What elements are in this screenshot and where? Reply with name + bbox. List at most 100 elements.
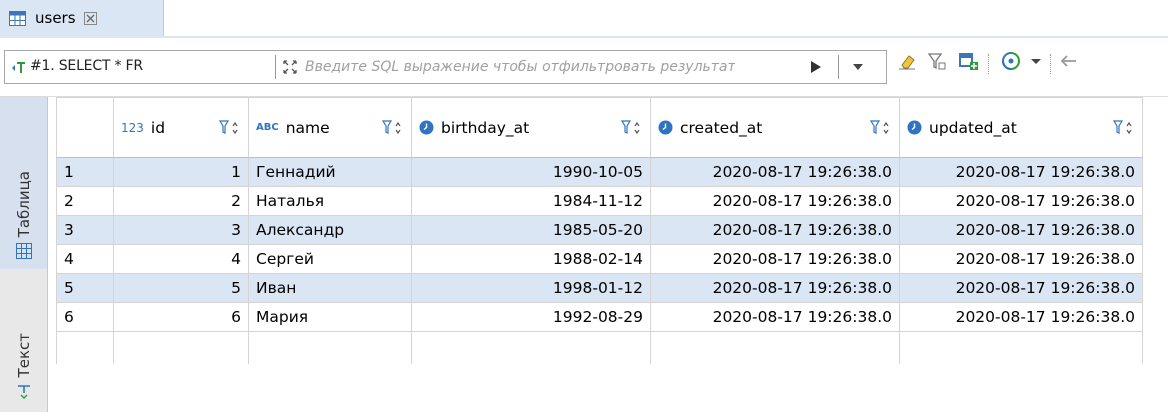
cell-updated-at[interactable]: 2020-08-17 19:26:38.0 [899, 186, 1143, 216]
row-number[interactable]: 2 [56, 186, 114, 216]
sort-filter-icon[interactable] [870, 119, 892, 137]
table-row[interactable]: 2 2 Наталья 1984-11-12 2020-08-17 19:26:… [56, 186, 1143, 216]
sort-filter-icon[interactable] [382, 119, 404, 137]
filter-box: #1. SELECT * FR [4, 50, 887, 84]
empty-cell [56, 331, 114, 364]
cell-created-at[interactable]: 2020-08-17 19:26:38.0 [650, 273, 900, 303]
cell-created-at[interactable]: 2020-08-17 19:26:38.0 [650, 215, 900, 245]
row-number[interactable]: 6 [56, 302, 114, 332]
tab-label: Таблица [14, 170, 33, 237]
cell-birthday-at[interactable]: 1990-10-05 [411, 157, 651, 187]
close-icon[interactable] [83, 11, 97, 25]
filter-toolbar: #1. SELECT * FR [0, 38, 1168, 97]
empty-cell [411, 331, 651, 364]
editor-tab-bar: users [0, 0, 1168, 38]
table-row[interactable]: 1 1 Геннадий 1990-10-05 2020-08-17 19:26… [56, 157, 1143, 187]
tab-text-view[interactable]: Текст [0, 277, 47, 409]
text-type-icon: ABC [256, 122, 279, 133]
empty-cell [899, 331, 1143, 364]
cell-id[interactable]: 1 [113, 157, 249, 187]
empty-cell [248, 331, 412, 364]
cell-birthday-at[interactable]: 1992-08-29 [411, 302, 651, 332]
cell-name[interactable]: Сергей [248, 244, 412, 274]
row-number[interactable]: 3 [56, 215, 114, 245]
cell-id[interactable]: 3 [113, 215, 249, 245]
column-name: birthday_at [441, 118, 530, 137]
sort-filter-icon[interactable] [219, 119, 241, 137]
column-header-updated-at[interactable]: updated_at [899, 97, 1143, 158]
cell-birthday-at[interactable]: 1984-11-12 [411, 186, 651, 216]
chevron-down-icon[interactable] [1025, 50, 1047, 72]
tab-users[interactable]: users [0, 0, 164, 36]
cell-id[interactable]: 2 [113, 186, 249, 216]
empty-row [56, 331, 1143, 364]
column-name: id [150, 118, 166, 137]
filter-settings-icon[interactable] [926, 50, 948, 72]
cell-updated-at[interactable]: 2020-08-17 19:26:38.0 [899, 244, 1143, 274]
view-mode-tabs: Таблица Текст [0, 97, 48, 412]
cell-updated-at[interactable]: 2020-08-17 19:26:38.0 [899, 157, 1143, 187]
empty-cell [650, 331, 900, 364]
cell-birthday-at[interactable]: 1985-05-20 [411, 215, 651, 245]
tab-label: users [35, 9, 76, 27]
sort-filter-icon[interactable] [1113, 119, 1135, 137]
table-row[interactable]: 6 6 Мария 1992-08-29 2020-08-17 19:26:38… [56, 302, 1143, 332]
cell-id[interactable]: 6 [113, 302, 249, 332]
column-name: updated_at [929, 118, 1017, 137]
cell-created-at[interactable]: 2020-08-17 19:26:38.0 [650, 302, 900, 332]
cell-updated-at[interactable]: 2020-08-17 19:26:38.0 [899, 215, 1143, 245]
table-icon [9, 10, 26, 26]
save-grid-icon[interactable] [957, 50, 979, 72]
table-row[interactable]: 3 3 Александр 1985-05-20 2020-08-17 19:2… [56, 215, 1143, 245]
column-name: name [285, 118, 330, 137]
clock-icon [907, 120, 922, 135]
results-grid: 123 id ABC name birthday_at created_at u… [56, 97, 1143, 364]
table-grid-icon [15, 243, 32, 259]
column-header-id[interactable]: 123 id [113, 97, 249, 158]
divider [838, 55, 839, 79]
back-arrow-icon[interactable] [1058, 50, 1080, 72]
query-label[interactable]: #1. SELECT * FR [30, 58, 143, 74]
sql-query-icon [12, 62, 25, 73]
sort-filter-icon[interactable] [621, 119, 643, 137]
apply-filter-icon[interactable] [809, 60, 823, 74]
row-number-header [56, 97, 114, 158]
cell-created-at[interactable]: 2020-08-17 19:26:38.0 [650, 244, 900, 274]
column-header-created-at[interactable]: created_at [650, 97, 900, 158]
row-number[interactable]: 4 [56, 244, 114, 274]
cell-created-at[interactable]: 2020-08-17 19:26:38.0 [650, 157, 900, 187]
toolbar-separator [988, 54, 990, 74]
cell-name[interactable]: Мария [248, 302, 412, 332]
eraser-icon[interactable] [896, 50, 918, 72]
cell-name[interactable]: Наталья [248, 186, 412, 216]
cell-updated-at[interactable]: 2020-08-17 19:26:38.0 [899, 273, 1143, 303]
cell-name[interactable]: Геннадий [248, 157, 412, 187]
cell-id[interactable]: 4 [113, 244, 249, 274]
divider [275, 55, 276, 79]
row-number[interactable]: 5 [56, 273, 114, 303]
cell-name[interactable]: Иван [248, 273, 412, 303]
tab-label: Текст [14, 332, 33, 377]
column-name: created_at [680, 118, 763, 137]
results-panel: Таблица Текст 123 id ABC name birthday_a… [0, 97, 1168, 412]
cell-updated-at[interactable]: 2020-08-17 19:26:38.0 [899, 302, 1143, 332]
column-header-birthday-at[interactable]: birthday_at [411, 97, 651, 158]
cell-birthday-at[interactable]: 1988-02-14 [411, 244, 651, 274]
cell-name[interactable]: Александр [248, 215, 412, 245]
clock-icon [419, 120, 434, 135]
cell-created-at[interactable]: 2020-08-17 19:26:38.0 [650, 186, 900, 216]
filter-input[interactable] [305, 55, 735, 79]
clock-icon [658, 120, 673, 135]
column-header-name[interactable]: ABC name [248, 97, 412, 158]
table-row[interactable]: 5 5 Иван 1998-01-12 2020-08-17 19:26:38.… [56, 273, 1143, 303]
row-number[interactable]: 1 [56, 157, 114, 187]
numeric-type-icon: 123 [121, 120, 144, 135]
cell-birthday-at[interactable]: 1998-01-12 [411, 273, 651, 303]
cell-id[interactable]: 5 [113, 273, 249, 303]
empty-cell [113, 331, 249, 364]
tab-table-view[interactable]: Таблица [0, 97, 47, 269]
chevron-down-icon[interactable] [852, 63, 864, 71]
expand-icon[interactable] [282, 59, 298, 75]
table-row[interactable]: 4 4 Сергей 1988-02-14 2020-08-17 19:26:3… [56, 244, 1143, 274]
refresh-icon[interactable] [1000, 50, 1022, 72]
